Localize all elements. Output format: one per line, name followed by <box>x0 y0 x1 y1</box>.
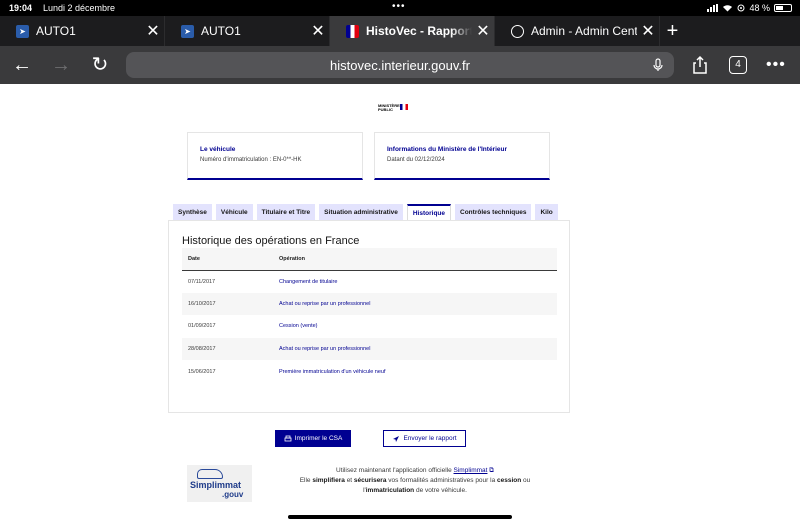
promo-text: vos formalités administratives pour la <box>388 477 496 484</box>
row-operation: Cession (vente) <box>273 315 557 338</box>
multitasking-dots-icon[interactable]: ••• <box>392 1 406 12</box>
card-heading: Le véhicule <box>200 146 236 153</box>
row-date: 15/06/2017 <box>182 360 273 383</box>
simplimmat-link[interactable]: Simplimmat <box>454 467 488 474</box>
row-date: 16/10/2017 <box>182 292 273 316</box>
column-header-date: Date <box>182 248 273 271</box>
close-icon[interactable]: ✕ <box>307 21 329 41</box>
simplimmat-logo[interactable]: Simplimmat .gouv <box>187 465 252 502</box>
status-date: Lundi 2 décembre <box>43 3 116 13</box>
column-header-operation: Opération <box>273 248 557 271</box>
table-row: 07/11/2017 Changement de titulaire <box>182 270 557 293</box>
globe-icon <box>511 24 524 38</box>
tab-kilometrage[interactable]: Kilo <box>535 204 558 220</box>
forward-arrow-icon[interactable]: → <box>49 54 73 76</box>
tab-title: Admin - Admin Center <box>531 24 637 38</box>
row-operation: Première immatriculation d'un véhicule n… <box>273 360 557 383</box>
browser-tab-admin-center[interactable]: Admin - Admin Center ✕ <box>495 16 660 46</box>
promo-text: ou <box>523 477 531 484</box>
simplimmat-promo: Utilisez maintenant l'application offici… <box>280 466 550 496</box>
promo-bold: simplifiera <box>312 477 345 484</box>
battery-icon <box>774 4 792 12</box>
card-heading: Informations du Ministère de l'Intérieur <box>387 146 508 153</box>
new-tab-button[interactable]: + <box>660 16 685 46</box>
microphone-icon[interactable] <box>650 57 666 73</box>
button-label: Envoyer le rapport <box>403 435 457 442</box>
history-panel: Historique des opérations en France Date… <box>168 220 570 413</box>
print-csa-button[interactable]: Imprimer le CSA <box>275 430 351 447</box>
row-operation: Changement de titulaire <box>273 270 557 293</box>
button-label: Imprimer le CSA <box>294 435 343 442</box>
table-row: 16/10/2017 Achat ou reprise par un profe… <box>182 292 557 316</box>
promo-text: de votre véhicule. <box>415 487 467 494</box>
external-link-icon: ⧉ <box>489 467 494 474</box>
reload-icon[interactable]: ↻ <box>88 54 112 76</box>
promo-text: Utilisez maintenant l'application offici… <box>336 467 452 474</box>
table-row: 15/06/2017 Première immatriculation d'un… <box>182 360 557 383</box>
browser-tab-auto1-second[interactable]: ➤ AUTO1 ✕ <box>165 16 330 46</box>
promo-bold: cession <box>497 477 522 484</box>
auto1-icon: ➤ <box>16 24 29 38</box>
close-icon[interactable]: ✕ <box>142 21 164 41</box>
auto1-icon: ➤ <box>181 24 194 38</box>
send-report-button[interactable]: Envoyer le rapport <box>383 430 466 447</box>
status-bar: 19:04 Lundi 2 décembre ••• 48 % <box>0 0 800 16</box>
more-icon[interactable]: ••• <box>766 56 786 74</box>
tab-synthese[interactable]: Synthèse <box>173 204 212 220</box>
promo-bold: sécurisera <box>353 477 387 484</box>
browser-toolbar: ← → ↻ histovec.interieur.gouv.fr 4 ••• <box>0 46 800 84</box>
location-icon <box>737 4 745 12</box>
url-text: histovec.interieur.gouv.fr <box>330 57 470 73</box>
status-time: 19:04 <box>9 3 33 13</box>
tab-historique[interactable]: Historique <box>406 204 452 220</box>
address-bar[interactable]: histovec.interieur.gouv.fr <box>126 52 674 78</box>
ministry-card: Informations du Ministère de l'Intérieur… <box>374 132 550 180</box>
tab-vehicule[interactable]: Véhicule <box>215 204 253 220</box>
tab-title: HistoVec - Rapport vendeur <box>366 24 472 38</box>
table-row: 01/09/2017 Cession (vente) <box>182 315 557 338</box>
row-date: 01/09/2017 <box>182 315 273 338</box>
french-flag-icon <box>400 104 408 110</box>
battery-percent: 48 % <box>749 3 770 13</box>
row-operation: Achat ou reprise par un professionnel <box>273 292 557 316</box>
tab-situation[interactable]: Situation administrative <box>319 204 403 220</box>
tab-titulaire[interactable]: Titulaire et Titre <box>256 204 316 220</box>
promo-text: Elle <box>299 477 311 484</box>
vehicle-card: Le véhicule Numéro d'immatriculation : E… <box>187 132 363 180</box>
share-icon[interactable] <box>690 55 710 75</box>
send-arrow-icon <box>393 435 400 442</box>
promo-bold: immatriculation <box>365 487 415 494</box>
printer-icon <box>284 435 292 441</box>
close-icon[interactable]: ✕ <box>637 21 659 41</box>
web-page: MINISTÈRE PUBLIC Le véhicule Numéro d'imm… <box>0 84 800 525</box>
wifi-icon <box>723 5 733 12</box>
report-tabs: Synthèse Véhicule Titulaire et Titre Sit… <box>173 204 570 220</box>
card-value: Datant du 02/12/2024 <box>387 157 445 163</box>
browser-tab-bar: ➤ AUTO1 ✕ ➤ AUTO1 ✕ HistoVec - Rapport v… <box>0 16 800 46</box>
tab-title: AUTO1 <box>36 24 76 38</box>
close-icon[interactable]: ✕ <box>472 21 494 41</box>
promo-text: et <box>346 477 353 484</box>
tab-title: AUTO1 <box>201 24 241 38</box>
status-indicators: 48 % <box>707 3 792 13</box>
republique-logo: MINISTÈRE PUBLIC <box>378 104 410 112</box>
row-date: 07/11/2017 <box>182 270 273 293</box>
tab-controles[interactable]: Contrôles techniques <box>455 204 532 220</box>
table-row: 28/08/2017 Achat ou reprise par un profe… <box>182 337 557 361</box>
row-date: 28/08/2017 <box>182 337 273 361</box>
signal-icon <box>707 4 719 12</box>
history-table: Date Opération 07/11/2017 Changement de … <box>182 248 557 383</box>
home-indicator[interactable] <box>288 515 512 519</box>
browser-tab-histovec[interactable]: HistoVec - Rapport vendeur ✕ <box>330 16 495 46</box>
simplimmat-logo-name: Simplimmat <box>190 480 242 490</box>
browser-tab-auto1[interactable]: ➤ AUTO1 ✕ <box>0 16 165 46</box>
tab-overview-button[interactable]: 4 <box>729 56 747 74</box>
back-arrow-icon[interactable]: ← <box>10 54 34 76</box>
history-title: Historique des opérations en France <box>182 235 360 247</box>
card-value: Numéro d'immatriculation : EN-0**-HK <box>200 157 302 163</box>
car-icon <box>197 469 223 479</box>
row-operation: Achat ou reprise par un professionnel <box>273 337 557 361</box>
simplimmat-logo-suffix: .gouv <box>222 490 244 499</box>
french-flag-icon <box>346 24 359 38</box>
